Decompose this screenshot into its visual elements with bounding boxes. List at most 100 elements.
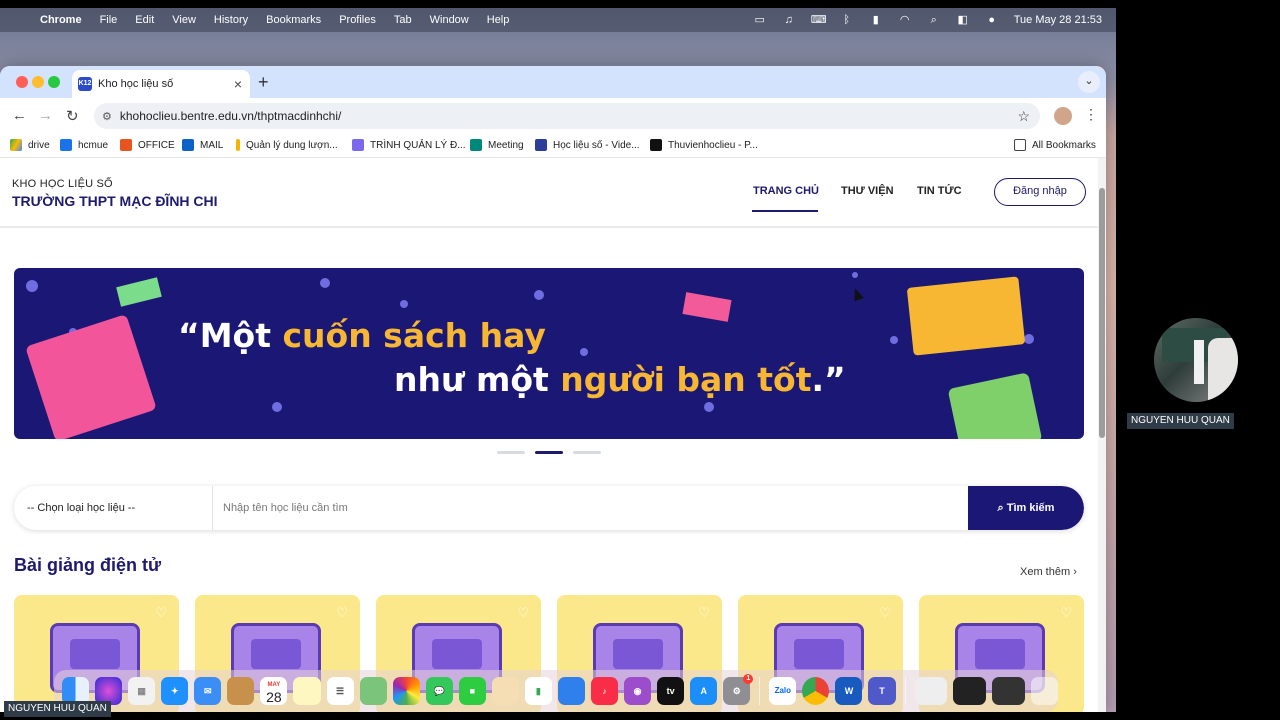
zalo-icon[interactable]: Zalo	[769, 677, 797, 705]
bookmark-hcmue[interactable]: hcmue	[60, 139, 108, 151]
login-button[interactable]: Đăng nhập	[994, 178, 1086, 206]
nav-news[interactable]: TIN TỨC	[917, 185, 962, 197]
bookmark-mail[interactable]: MAIL	[182, 139, 223, 151]
profile-avatar[interactable]	[1054, 107, 1072, 125]
apple-tv-icon[interactable]: tv	[657, 677, 685, 705]
notes-icon[interactable]	[293, 677, 321, 705]
see-more-link[interactable]: Xem thêm ›	[1020, 566, 1077, 578]
favorite-heart-icon[interactable]: ♡	[336, 605, 348, 621]
photos-icon[interactable]	[392, 677, 420, 705]
maps-icon[interactable]	[359, 677, 387, 705]
menu-app-name[interactable]: Chrome	[40, 14, 82, 26]
clock[interactable]: Tue May 28 21:53	[1014, 14, 1102, 26]
word-icon[interactable]: W	[835, 677, 863, 705]
menu-bookmarks[interactable]: Bookmarks	[266, 14, 321, 26]
reminders-icon[interactable]: ☰	[326, 677, 354, 705]
site-settings-icon[interactable]: ⚙	[102, 110, 112, 123]
bluetooth-icon[interactable]: ᛒ	[840, 14, 854, 26]
carousel-dot[interactable]	[573, 451, 601, 454]
menu-edit[interactable]: Edit	[135, 14, 154, 26]
quote-text: .”	[811, 360, 846, 399]
mail-icon[interactable]: ✉	[194, 677, 222, 705]
bookmark-meeting[interactable]: Meeting	[470, 139, 524, 151]
podcasts-icon[interactable]: ◉	[624, 677, 652, 705]
minimize-window-button[interactable]	[32, 76, 44, 88]
bookmark-star-icon[interactable]: ☆	[1017, 108, 1030, 125]
all-bookmarks[interactable]: All Bookmarks	[1014, 139, 1096, 151]
chrome-icon[interactable]	[802, 677, 830, 705]
material-type-select[interactable]: -- Chọn loại học liệu --	[14, 486, 213, 530]
favorite-heart-icon[interactable]: ♡	[517, 605, 529, 621]
carousel-dot-active[interactable]	[535, 451, 563, 454]
menu-history[interactable]: History	[214, 14, 248, 26]
menu-file[interactable]: File	[100, 14, 118, 26]
messages-icon[interactable]: 💬	[425, 677, 453, 705]
quote-text: “Một	[178, 316, 283, 355]
new-tab-icon[interactable]: +	[258, 72, 269, 93]
address-bar[interactable]: ⚙ khohoclieu.bentre.edu.vn/thptmacdinhch…	[94, 103, 1040, 129]
carousel-dot[interactable]	[497, 451, 525, 454]
keynote-icon[interactable]	[557, 677, 585, 705]
minimized-window-thumbnail[interactable]	[953, 677, 987, 705]
meet-icon	[470, 139, 482, 151]
reload-icon[interactable]: ↻	[66, 107, 79, 125]
nav-library[interactable]: THƯ VIỆN	[841, 185, 894, 197]
contacts-icon[interactable]	[227, 677, 255, 705]
back-icon[interactable]: ←	[12, 107, 27, 124]
brand-title[interactable]: TRƯỜNG THPT MẠC ĐĨNH CHI	[12, 193, 218, 209]
favorite-heart-icon[interactable]: ♡	[155, 605, 167, 621]
safari-icon[interactable]: ✦	[161, 677, 189, 705]
bookmark-office[interactable]: OFFICE	[120, 139, 175, 151]
siri-icon[interactable]: ●	[985, 14, 999, 26]
scrollbar-thumb[interactable]	[1099, 188, 1105, 438]
bookmark-hoclieuso[interactable]: Học liệu số - Vide...	[535, 139, 640, 151]
search-input[interactable]	[214, 486, 968, 530]
minimized-window-thumbnail[interactable]	[914, 677, 948, 705]
launchpad-icon[interactable]: ▦	[128, 677, 156, 705]
input-source-icon[interactable]: ⌨	[811, 14, 827, 26]
favorite-heart-icon[interactable]: ♡	[1060, 605, 1072, 621]
menu-profiles[interactable]: Profiles	[339, 14, 376, 26]
battery-icon[interactable]: ▮	[869, 14, 883, 26]
screen-mirror-icon[interactable]: ▭	[753, 14, 767, 26]
dock-separator	[759, 677, 761, 705]
spotlight-icon[interactable]: ⌕	[927, 14, 941, 26]
url-text[interactable]: khohoclieu.bentre.edu.vn/thptmacdinhchi/	[120, 109, 341, 123]
participant-video[interactable]	[1154, 318, 1238, 402]
numbers-icon[interactable]: ▮	[524, 677, 552, 705]
favorite-heart-icon[interactable]: ♡	[698, 605, 710, 621]
control-center-icon[interactable]: ◧	[956, 14, 970, 26]
brand-subtitle[interactable]: KHO HỌC LIỆU SỐ	[12, 178, 113, 190]
hero-banner[interactable]: “Một cuốn sách hay như một người bạn tốt…	[14, 268, 1084, 439]
forward-icon[interactable]: →	[38, 107, 53, 124]
bookmark-drive[interactable]: drive	[10, 139, 50, 151]
menu-view[interactable]: View	[172, 14, 196, 26]
chrome-menu-icon[interactable]: ⋮	[1084, 106, 1098, 123]
bookmark-storage[interactable]: Quản lý dung lượn...	[236, 139, 338, 151]
bookmark-thuvienhoclieu[interactable]: Thuvienhoclieu - P...	[650, 139, 758, 151]
zoom-window-button[interactable]	[48, 76, 60, 88]
headphones-icon[interactable]: ♫	[782, 14, 796, 26]
system-settings-icon[interactable]: ⚙ 1	[723, 674, 754, 705]
menu-tab[interactable]: Tab	[394, 14, 412, 26]
app-store-icon[interactable]: A	[690, 677, 718, 705]
favorite-heart-icon[interactable]: ♡	[879, 605, 891, 621]
minimized-window-thumbnail[interactable]	[992, 677, 1026, 705]
teams-icon[interactable]: T	[868, 677, 896, 705]
trash-icon[interactable]	[1031, 677, 1059, 705]
facetime-icon[interactable]: ■	[458, 677, 486, 705]
menu-help[interactable]: Help	[487, 14, 510, 26]
nav-home[interactable]: TRANG CHỦ	[753, 185, 819, 197]
bookmark-manager[interactable]: TRÌNH QUẢN LÝ Đ...	[352, 139, 466, 151]
calendar-icon[interactable]: MAY 28	[260, 677, 288, 705]
page-scrollbar[interactable]	[1098, 158, 1106, 712]
wifi-icon[interactable]: ◠	[898, 14, 912, 26]
tab-search-icon[interactable]: ⌄	[1078, 71, 1100, 93]
menu-window[interactable]: Window	[430, 14, 469, 26]
music-icon[interactable]: ♪	[591, 677, 619, 705]
browser-tab[interactable]: K12 Kho học liệu số ×	[72, 70, 250, 98]
close-window-button[interactable]	[16, 76, 28, 88]
freeform-icon[interactable]	[491, 677, 519, 705]
search-button[interactable]: ⌕ Tìm kiếm	[968, 486, 1084, 530]
close-tab-icon[interactable]: ×	[234, 76, 242, 92]
